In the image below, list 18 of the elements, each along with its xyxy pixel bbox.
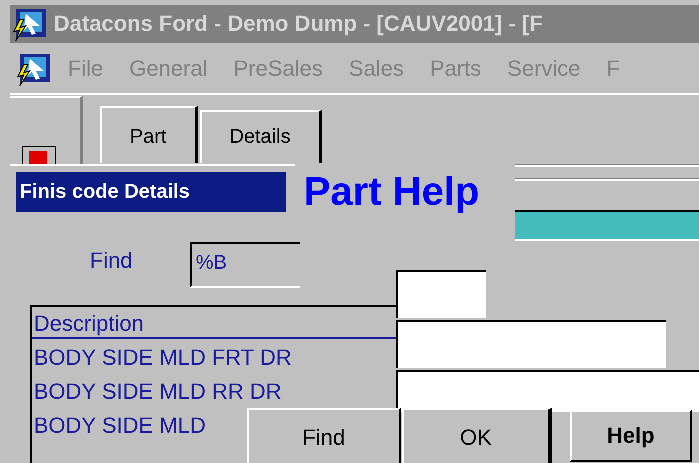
dialog-title: Finis code Details [16,172,286,212]
app-icon [12,6,48,42]
column-header: Description [32,307,396,339]
list-item[interactable]: BODY SIDE MLD FRT DR [32,339,396,373]
button[interactable]: Find [247,408,401,463]
button[interactable]: OK [402,408,552,463]
button[interactable]: Help [570,410,692,462]
list-item[interactable]: BODY SIDE MLD RR DR [32,373,396,407]
app-icon [16,51,52,87]
tab[interactable]: Details [200,110,322,163]
find-label: Find [90,248,133,274]
form-title: Part Help [304,170,480,215]
input-field[interactable] [396,320,666,368]
input-field[interactable] [396,270,486,318]
tab[interactable]: Part [100,106,198,163]
window-title: Datacons Ford - Demo Dump - [CAUV2001] - [F [54,11,543,37]
search-term-field[interactable]: %B [190,242,300,288]
input-field[interactable] [396,370,699,412]
